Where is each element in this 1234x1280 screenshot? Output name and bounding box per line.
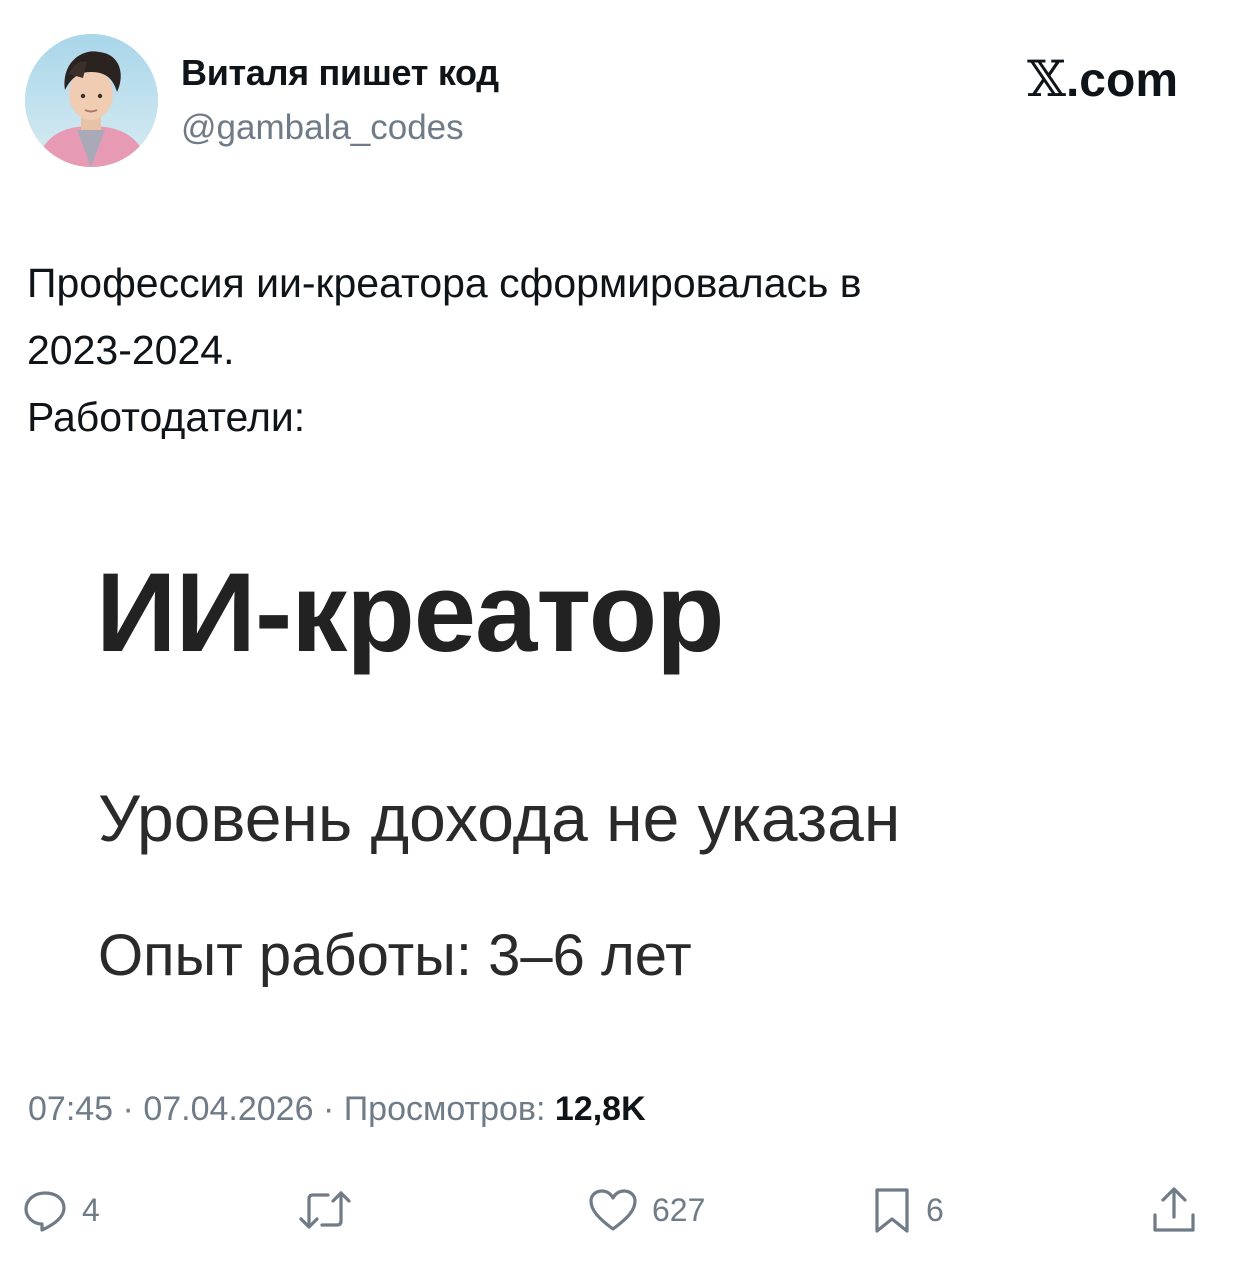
media-experience-text: Опыт работы: 3–6 лет: [98, 923, 692, 988]
reply-button[interactable]: 4: [22, 1180, 100, 1240]
tweet-media[interactable]: ИИ-креатор Уровень дохода не указан Опыт…: [96, 540, 1136, 1010]
tweet-line: Работодатели:: [27, 394, 306, 440]
heart-icon: [589, 1189, 637, 1231]
bookmark-count: 6: [926, 1191, 944, 1228]
bookmark-button[interactable]: 6: [872, 1180, 944, 1240]
reply-count: 4: [82, 1191, 100, 1228]
user-handle[interactable]: @gambala_codes: [181, 108, 464, 148]
retweet-icon: [299, 1191, 351, 1229]
share-icon: [1153, 1187, 1195, 1232]
media-job-title: ИИ-креатор: [96, 550, 725, 675]
brand-logo: 𝕏 .com: [1027, 50, 1178, 108]
tweet-text: Профессия ии-креатора сформировалась в 2…: [27, 250, 1207, 451]
tweet-line: Профессия ии-креатора сформировалась в: [27, 260, 862, 306]
reply-icon: [24, 1191, 66, 1232]
brand-suffix: .com: [1065, 54, 1178, 107]
x-logo-icon: 𝕏: [1027, 50, 1066, 108]
views-label: Просмотров:: [343, 1090, 546, 1128]
retweet-button[interactable]: [298, 1180, 366, 1240]
display-name[interactable]: Виталя пишет код: [181, 52, 499, 94]
views-count: 12,8K: [554, 1090, 646, 1128]
share-button[interactable]: [1150, 1180, 1198, 1240]
bookmark-icon: [875, 1188, 909, 1233]
avatar-image: [25, 34, 158, 167]
tweet-date[interactable]: 07.04.2026: [143, 1090, 313, 1128]
tweet-actions: 4 627 6: [0, 1180, 1234, 1240]
media-income-text: Уровень дохода не указан: [98, 781, 901, 855]
like-button[interactable]: 627: [588, 1180, 705, 1240]
meta-separator: ·: [122, 1090, 134, 1128]
tweet-line: 2023-2024.: [27, 327, 235, 373]
meta-separator: ·: [322, 1090, 335, 1128]
tweet-meta: 07:45 · 07.04.2026 · Просмотров: 12,8K: [28, 1090, 646, 1129]
like-count: 627: [652, 1191, 706, 1228]
avatar[interactable]: [25, 34, 158, 167]
tweet-time[interactable]: 07:45: [28, 1090, 113, 1128]
